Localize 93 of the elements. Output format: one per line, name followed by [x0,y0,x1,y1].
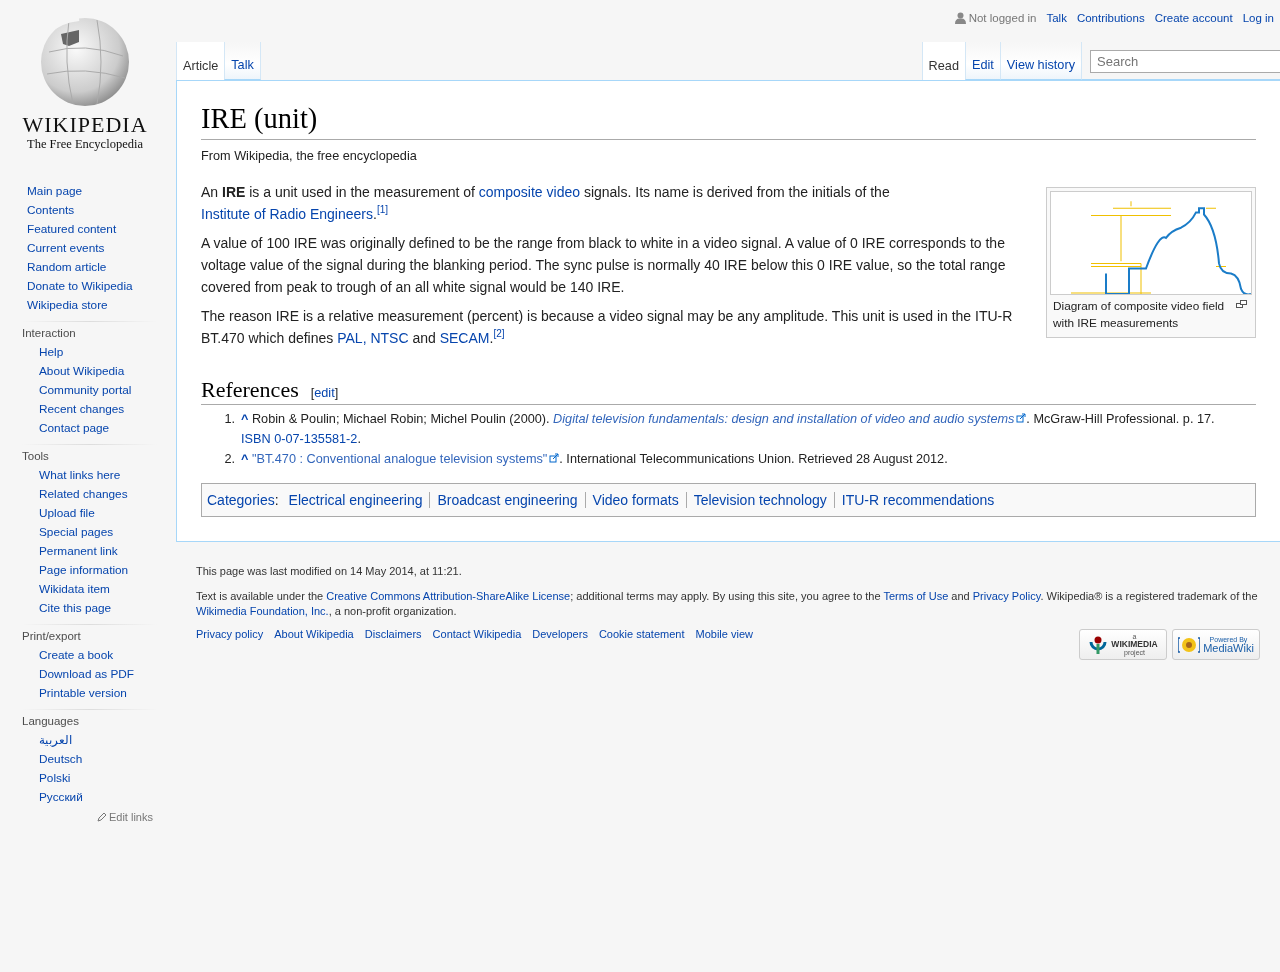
category-link[interactable]: ITU-R recommendations [833,492,1002,509]
view-tab[interactable]: Read [921,42,965,80]
nav-link[interactable]: العربية [39,731,157,750]
external-link-icon [549,453,560,464]
enlarge-icon[interactable] [1236,299,1247,308]
separator-colon: : [274,491,279,511]
link[interactable]: PAL [337,329,363,346]
paragraph: The reason IRE is a relative measurement (percent) is because a video signal may be any amplitude. This unit is used in the ITU-R BT.470 which defines PAL, NTSC and SECAM.$^{[2]}$ [201,306,1014,348]
reference-number: 2. [223,451,235,469]
backlink[interactable]: ^ [241,452,249,467]
tagline: The Free Encyclopedia [27,137,143,152]
link[interactable]: composite video [478,183,580,200]
link[interactable]: , [362,329,371,346]
category-link[interactable]: Video formats [584,492,686,509]
reference-text: ^ "BT.470 : Conventional analogue television systems" . International Telecommunications Union. Retrieved 28 August 2012. [241,451,948,469]
nav-link[interactable]: Create a book [39,646,157,665]
nav-link[interactable]: Related changes [39,485,157,504]
edit-section-link[interactable]: edit [314,385,335,400]
edit-links-link[interactable]: Edit links [0,811,153,823]
nav-link[interactable]: Wikipedia store [27,296,176,315]
nav-link[interactable]: Random article [27,258,176,277]
footer-link[interactable]: Cookie statement [598,627,685,643]
figure-caption: Diagram of composite video field with IRE measurements [1053,298,1225,330]
nav-link[interactable]: Current events [27,239,176,258]
category-link[interactable]: Electrical engineering [281,492,430,509]
nav-link[interactable]: Printable version [39,684,157,703]
nav-link[interactable]: Download as PDF [39,665,157,684]
nav-link[interactable]: Cite this page [39,599,157,618]
portal-heading: Languages [22,714,80,729]
nav-link[interactable]: Permanent link [39,542,157,561]
reference-number: 1. [223,411,235,429]
citation-link[interactable]: Digital television fundamentals: design and installation of video and audio systems [553,412,1015,427]
nav-link[interactable]: Help [39,343,157,362]
paragraph: An IRE is a unit used in the measurement of composite video signals. Its name is derived from the initials of the Institute of Radio Engineers.$^{[1]}$ [201,182,891,224]
nav-link[interactable]: Deutsch [39,750,157,769]
personal-link[interactable]: Log in [1242,12,1274,24]
pencil-icon [96,812,107,822]
user-icon [954,12,966,24]
paragraph: A value of 100 IRE was originally defined to be the range from black to white in a video signal. A value of 0 IRE corresponds to the voltage value of the signal during the blanking period. The sync pulse is normally 40 IRE below this 0 IRE value, so the total range covered from peak to trough of an all white signal would be 140 IRE. [201,233,1007,297]
view-tab[interactable]: Edit [964,42,1000,80]
page-title: IRE (unit) [201,101,1256,140]
last-modified-text: This page was last modified on 14 May 2014, at 11:21. [196,564,463,580]
reference-link[interactable]: [1] [376,203,388,215]
external-link-icon [1016,413,1027,424]
wordmark: WIKIPEDIA [22,114,148,136]
backlink[interactable]: ^ [241,412,249,427]
personal-link[interactable]: Contributions [1076,12,1145,24]
nav-link[interactable]: Polski [39,769,157,788]
personal-link[interactable]: Talk [1046,12,1067,24]
nav-link[interactable]: Page information [39,561,157,580]
nav-link[interactable]: Wikidata item [39,580,157,599]
footer-link[interactable]: About Wikipedia [274,627,354,643]
login-status: Not logged in [954,12,1037,24]
nav-link[interactable]: Recent changes [39,400,157,419]
bracket: ] [334,385,339,400]
nav-link[interactable]: Donate to Wikipedia [27,277,176,296]
portal-heading: Interaction [22,326,77,341]
personal-link[interactable]: Create account [1154,12,1233,24]
search-field[interactable]: Search [1090,50,1280,73]
link[interactable]: NTSC [370,329,409,346]
category-link[interactable]: Television technology [685,492,834,509]
namespace-tab[interactable]: Talk [224,42,261,80]
nav-link[interactable]: What links here [39,466,157,485]
nav-link[interactable]: Upload file [39,504,157,523]
nav-link[interactable]: Contents [27,201,176,220]
link[interactable]: Terms of Use [883,590,949,603]
nav-link[interactable]: Community portal [39,381,157,400]
portal-heading: Tools [22,449,50,464]
nav-link[interactable]: Contact page [39,419,157,438]
nav-link[interactable]: Special pages [39,523,157,542]
bracket: [ [310,385,315,400]
nav-link[interactable]: Русский [39,788,157,807]
license-text: Text is available under the Creative Commons Attribution-ShareAlike License; additional terms may apply. By using this site, you agree to the Terms of Use and Privacy Policy. Wikipedia® is a registered trademark of the Wikimedia Foundation, Inc., a non-profit organization. [196,589,1259,620]
category-link[interactable]: Broadcast engineering [429,492,585,509]
footer-link[interactable]: Developers [532,627,588,643]
site-tagline: From Wikipedia, the free encyclopedia [201,148,418,163]
link[interactable]: Institute of Radio Engineers [201,205,373,222]
reference-link[interactable]: [2] [493,327,505,339]
footer-link[interactable]: Privacy policy [196,627,264,643]
footer-link[interactable]: Mobile view [695,627,753,643]
portal-heading: Print/export [22,629,82,644]
reference-text: ^ Robin & Poulin; Michael Robin; Michel Poulin (2000). Digital television fundamentals: design and installation of video and audio systems . McGraw-Hill Professional. p. 17. ISBN 0-07-135581-2. [241,411,1216,449]
link[interactable]: Wikimedia Foundation, Inc. [196,605,329,618]
section-heading: References [201,375,299,404]
footer-link[interactable]: Disclaimers [364,627,422,643]
footer-link[interactable]: Contact Wikipedia [432,627,522,643]
namespace-tab[interactable]: Article [176,42,225,80]
nav-link[interactable]: About Wikipedia [39,362,157,381]
citation-link[interactable]: "BT.470 : Conventional analogue television systems" [251,452,548,467]
nav-link[interactable]: Main page [27,182,176,201]
categories-link[interactable]: Categories [207,489,275,512]
view-tab[interactable]: View history [999,42,1082,80]
nav-link[interactable]: Featured content [27,220,176,239]
